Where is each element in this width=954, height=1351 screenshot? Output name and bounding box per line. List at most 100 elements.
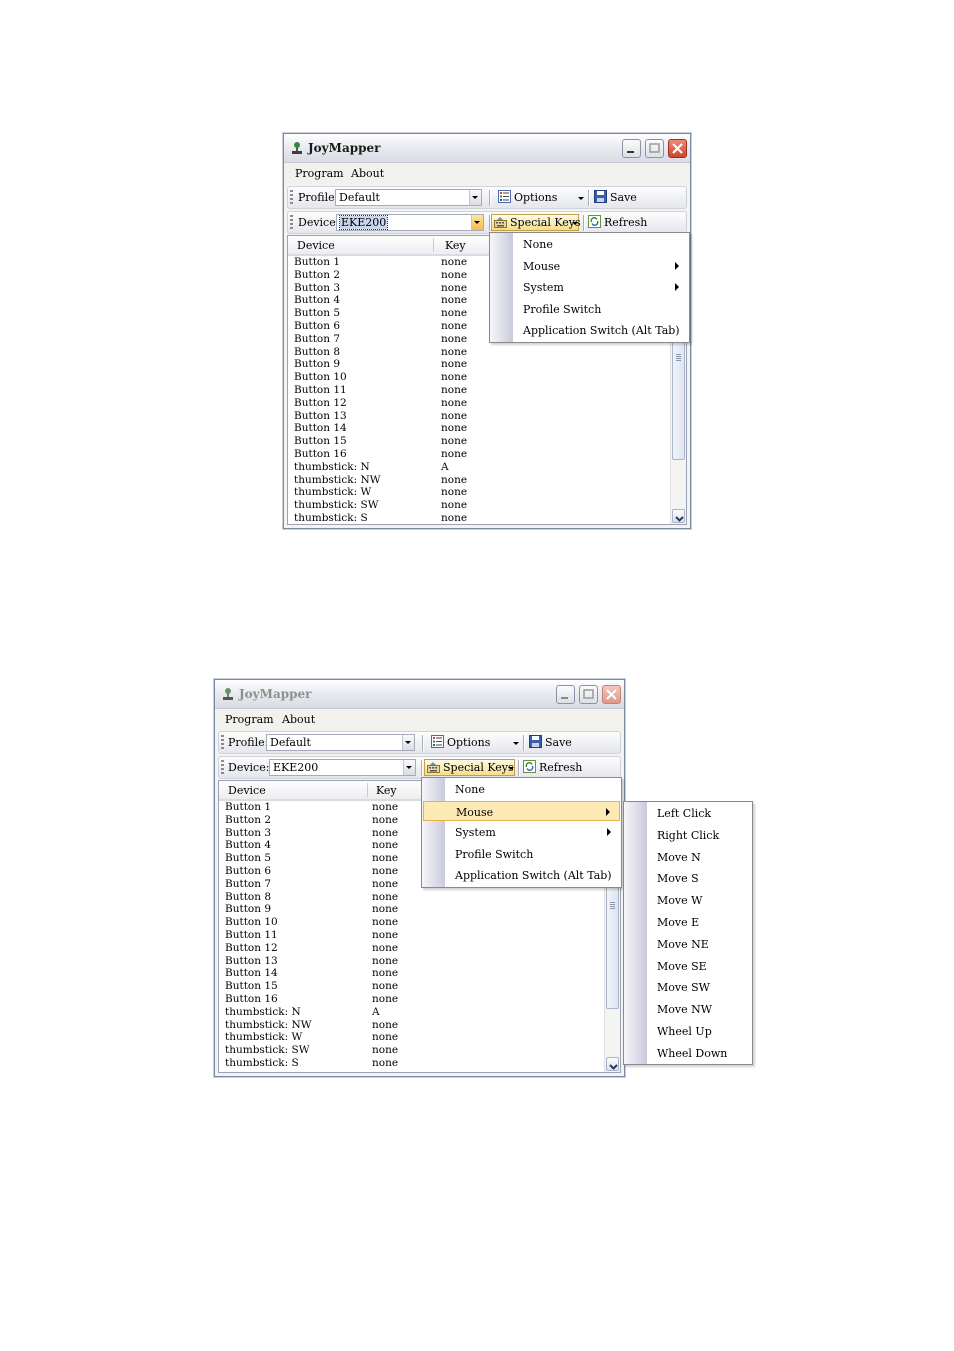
menu-item-profile-switch[interactable]: Profile Switch [491,299,688,319]
menu-item-wheel-up[interactable]: Wheel Up [625,1021,751,1041]
menu-item-wheel-down[interactable]: Wheel Down [625,1043,751,1063]
menu-item-move-ne[interactable]: Move NE [625,934,751,954]
table-row[interactable]: Button 5 none [294,307,467,320]
menu-item-left-click[interactable]: Left Click [625,803,751,823]
table-row[interactable]: Button 13 none [225,955,398,968]
table-row[interactable]: thumbstick: N A [225,1006,380,1019]
table-row[interactable]: Button 16 none [294,448,467,461]
table-row[interactable]: Button 7 none [294,333,467,346]
table-row[interactable]: thumbstick: W none [225,1031,398,1044]
options-button[interactable]: Options [498,189,584,206]
chevron-down-icon[interactable] [402,735,414,750]
chevron-down-icon[interactable] [471,215,483,230]
chevron-down-icon[interactable] [403,760,415,775]
menu-item-move-e[interactable]: Move E [625,912,751,932]
toolbar-grip[interactable] [290,215,293,230]
table-row[interactable]: thumbstick: SW none [294,499,467,512]
table-row[interactable]: Button 10 none [225,916,398,929]
toolbar-grip[interactable] [290,190,293,205]
table-row[interactable]: Button 11 none [225,929,398,942]
menu-item-application-switch[interactable]: Application Switch (Alt Tab) [423,865,620,885]
menu-item-move-s[interactable]: Move S [625,868,751,888]
table-row[interactable]: Button 8 none [294,346,467,359]
table-row[interactable]: Button 2 none [225,814,398,827]
table-row[interactable]: thumbstick: N A [294,461,449,474]
column-header-key[interactable]: Key [376,784,397,797]
column-header-device[interactable]: Device [297,239,335,252]
table-row[interactable]: Button 7 none [225,878,398,891]
table-row[interactable]: Button 9 none [294,358,467,371]
table-row[interactable]: Button 12 none [294,397,467,410]
table-row[interactable]: Button 9 none [225,903,398,916]
table-row[interactable]: thumbstick: SW none [225,1044,398,1057]
table-row[interactable]: thumbstick: S none [294,512,467,524]
table-row[interactable]: Button 10 none [294,371,467,384]
minimize-button[interactable] [556,685,575,704]
table-row[interactable]: Button 16 none [225,993,398,1006]
close-button[interactable] [602,685,621,704]
menu-item-none[interactable]: None [491,234,688,254]
menu-item-application-switch[interactable]: Application Switch (Alt Tab) [491,320,688,340]
save-button[interactable]: Save [594,189,644,206]
menu-item-move-n[interactable]: Move N [625,847,751,867]
table-row[interactable]: Button 4 none [225,839,398,852]
menu-program[interactable]: Program [295,167,344,180]
menu-item-none[interactable]: None [423,779,620,799]
refresh-button[interactable]: Refresh [588,214,647,231]
menu-item-right-click[interactable]: Right Click [625,825,751,845]
table-row[interactable]: Button 14 none [225,967,398,980]
table-row[interactable]: Button 3 none [294,282,467,295]
menu-item-profile-switch[interactable]: Profile Switch [423,844,620,864]
table-row[interactable]: Button 11 none [294,384,467,397]
table-row[interactable]: Button 3 none [225,827,398,840]
toolbar-grip[interactable] [221,760,224,775]
title-bar[interactable]: JoyMapper [284,134,690,163]
options-button[interactable]: Options [431,734,519,751]
menu-item-move-se[interactable]: Move SE [625,956,751,976]
table-row[interactable]: thumbstick: NW none [294,474,467,487]
scroll-down-button[interactable] [606,1057,619,1071]
special-keys-button[interactable]: Special Keys [424,759,515,776]
table-row[interactable]: Button 6 none [294,320,467,333]
menu-item-mouse[interactable]: Mouse [491,256,688,276]
table-row[interactable]: Button 15 none [225,980,398,993]
table-row[interactable]: Button 12 none [225,942,398,955]
menu-item-mouse[interactable]: Mouse [423,801,620,821]
device-combo[interactable]: EKE200 [336,214,484,231]
refresh-button[interactable]: Refresh [523,759,583,776]
title-bar[interactable]: JoyMapper [215,680,624,709]
menu-about[interactable]: About [351,167,384,180]
maximize-button[interactable] [579,685,598,704]
menu-item-move-nw[interactable]: Move NW [625,999,751,1019]
column-header-key[interactable]: Key [445,239,466,252]
menu-item-move-sw[interactable]: Move SW [625,977,751,997]
menu-item-system[interactable]: System [491,277,688,297]
table-row[interactable]: thumbstick: W none [294,486,467,499]
column-divider[interactable] [367,783,368,797]
table-row[interactable]: Button 8 none [225,891,398,904]
table-row[interactable]: Button 1 none [225,801,398,814]
table-row[interactable]: Button 6 none [225,865,398,878]
table-row[interactable]: Button 4 none [294,294,467,307]
table-row[interactable]: thumbstick: S none [225,1057,398,1070]
table-row[interactable]: thumbstick: NW none [225,1019,398,1032]
menu-about[interactable]: About [282,713,315,726]
table-row[interactable]: Button 5 none [225,852,398,865]
toolbar-grip[interactable] [221,735,224,750]
chevron-down-icon[interactable] [469,190,481,205]
maximize-button[interactable] [645,139,664,158]
table-row[interactable]: Button 14 none [294,422,467,435]
scroll-down-button[interactable] [672,509,685,523]
menu-item-system[interactable]: System [423,822,620,842]
table-row[interactable]: Button 13 none [294,410,467,423]
close-button[interactable] [668,139,687,158]
save-button[interactable]: Save [529,734,579,751]
table-row[interactable]: Button 15 none [294,435,467,448]
device-combo[interactable]: EKE200 [269,759,416,776]
column-divider[interactable] [433,238,434,252]
menu-program[interactable]: Program [225,713,274,726]
profile-combo[interactable]: Default [266,734,415,751]
minimize-button[interactable] [622,139,641,158]
column-header-device[interactable]: Device [228,784,266,797]
special-keys-button[interactable]: Special Keys [491,214,581,231]
